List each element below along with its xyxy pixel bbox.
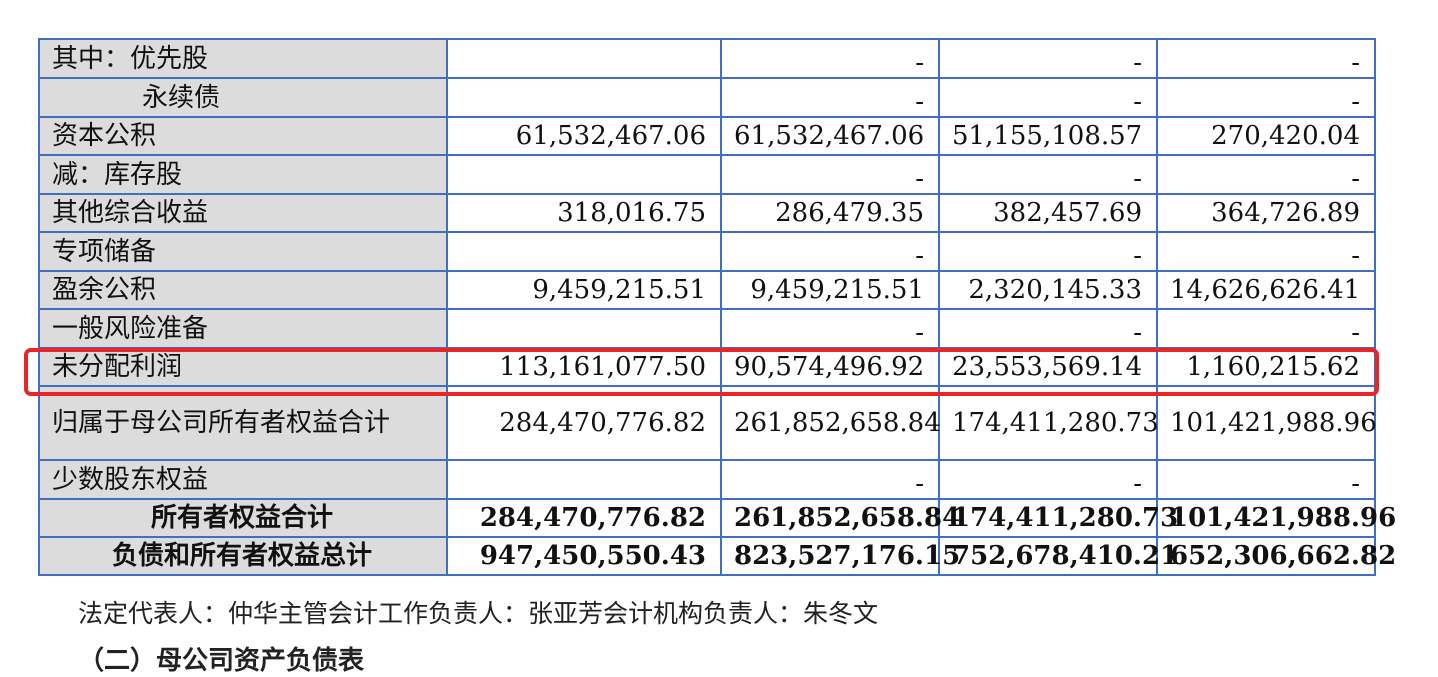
cell-value: 752,678,410.21 <box>938 536 1178 576</box>
cell-value: 947,450,550.43 <box>446 536 722 576</box>
cell-value: 51,155,108.57 <box>938 116 1158 156</box>
row-label: 一般风险准备 <box>38 308 448 349</box>
cell-value: 318,016.75 <box>446 193 722 233</box>
row-label: 专项储备 <box>38 231 448 272</box>
cell-value: - <box>720 38 940 79</box>
row-label: 盈余公积 <box>38 270 448 310</box>
row-label: 未分配利润 <box>38 347 448 387</box>
cell-value: 23,553,569.14 <box>938 347 1158 387</box>
row-label: 永续债 <box>38 77 448 118</box>
row-label: 归属于母公司所有者权益合计 <box>38 385 448 461</box>
table-row: 盈余公积 9,459,215.51 9,459,215.51 2,320,145… <box>38 270 1376 310</box>
table-row: 资本公积 61,532,467.06 61,532,467.06 51,155,… <box>38 116 1376 156</box>
row-label: 负债和所有者权益总计 <box>38 536 448 576</box>
equity-table: 其中：优先股 - - - 永续债 - - - 资本公积 61,532,467.0… <box>38 38 1396 576</box>
cell-value: - <box>938 308 1158 349</box>
cell-value: - <box>938 38 1158 79</box>
table-row-highlighted: 未分配利润 113,161,077.50 90,574,496.92 23,55… <box>38 347 1376 387</box>
cell-value: - <box>1156 308 1376 349</box>
cell-value <box>446 154 722 195</box>
cell-value: 284,470,776.82 <box>446 498 722 538</box>
row-label: 其他综合收益 <box>38 193 448 233</box>
row-label: 所有者权益合计 <box>38 498 448 538</box>
cell-value: 261,852,658.84 <box>720 498 960 538</box>
cell-value: - <box>720 77 940 118</box>
cell-value: 61,532,467.06 <box>446 116 722 156</box>
table-row: 永续债 - - - <box>38 77 1376 118</box>
cell-value: 1,160,215.62 <box>1156 347 1376 387</box>
cell-value <box>446 231 722 272</box>
cell-value <box>446 459 722 500</box>
cell-value <box>446 38 722 79</box>
cell-value: 174,411,280.73 <box>938 385 1159 461</box>
cell-value: - <box>1156 231 1376 272</box>
cell-value: 2,320,145.33 <box>938 270 1158 310</box>
signatories-footer: 法定代表人：仲华主管会计工作负责人：张亚芳会计机构负责人：朱冬文 <box>78 599 879 628</box>
table-row-total: 所有者权益合计 284,470,776.82 261,852,658.84 17… <box>38 498 1396 538</box>
cell-value: - <box>720 231 940 272</box>
table-row: 专项储备 - - - <box>38 231 1376 272</box>
cell-value: 652,306,662.82 <box>1156 536 1396 576</box>
cell-value <box>446 308 722 349</box>
cell-value: 90,574,496.92 <box>720 347 940 387</box>
cell-value: - <box>720 459 940 500</box>
cell-value: 9,459,215.51 <box>446 270 722 310</box>
cell-value <box>446 77 722 118</box>
cell-value: 9,459,215.51 <box>720 270 940 310</box>
cell-value: 284,470,776.82 <box>446 385 722 461</box>
table-row: 减：库存股 - - - <box>38 154 1376 195</box>
cell-value: - <box>938 459 1158 500</box>
table-row: 归属于母公司所有者权益合计 284,470,776.82 261,852,658… <box>38 385 1377 461</box>
cell-value: - <box>938 154 1158 195</box>
cell-value: 61,532,467.06 <box>720 116 940 156</box>
table-row: 其他综合收益 318,016.75 286,479.35 382,457.69 … <box>38 193 1376 233</box>
next-section-heading: （二）母公司资产负债表 <box>78 646 365 676</box>
cell-value: 286,479.35 <box>720 193 940 233</box>
cell-value: - <box>720 308 940 349</box>
row-label: 减：库存股 <box>38 154 448 195</box>
cell-value: 101,421,988.96 <box>1156 385 1377 461</box>
cell-value: 261,852,658.84 <box>720 385 941 461</box>
row-label: 其中：优先股 <box>38 38 448 79</box>
cell-value: - <box>1156 38 1376 79</box>
cell-value: 101,421,988.96 <box>1156 498 1396 538</box>
cell-value: 364,726.89 <box>1156 193 1376 233</box>
cell-value: 270,420.04 <box>1156 116 1376 156</box>
cell-value: 823,527,176.15 <box>720 536 960 576</box>
row-label: 资本公积 <box>38 116 448 156</box>
cell-value: - <box>938 231 1158 272</box>
cell-value: 14,626,626.41 <box>1156 270 1376 310</box>
cell-value: 113,161,077.50 <box>446 347 722 387</box>
cell-value: - <box>720 154 940 195</box>
table-row: 一般风险准备 - - - <box>38 308 1376 349</box>
table-row-grand-total: 负债和所有者权益总计 947,450,550.43 823,527,176.15… <box>38 536 1396 576</box>
table-row: 少数股东权益 - - - <box>38 459 1376 500</box>
cell-value: - <box>1156 77 1376 118</box>
table-row: 其中：优先股 - - - <box>38 38 1376 79</box>
cell-value: - <box>1156 154 1376 195</box>
cell-value: 174,411,280.73 <box>938 498 1178 538</box>
cell-value: - <box>1156 459 1376 500</box>
cell-value: - <box>938 77 1158 118</box>
row-label: 少数股东权益 <box>38 459 448 500</box>
balance-sheet: 其中：优先股 - - - 永续债 - - - 资本公积 61,532,467.0… <box>38 38 1396 576</box>
cell-value: 382,457.69 <box>938 193 1158 233</box>
